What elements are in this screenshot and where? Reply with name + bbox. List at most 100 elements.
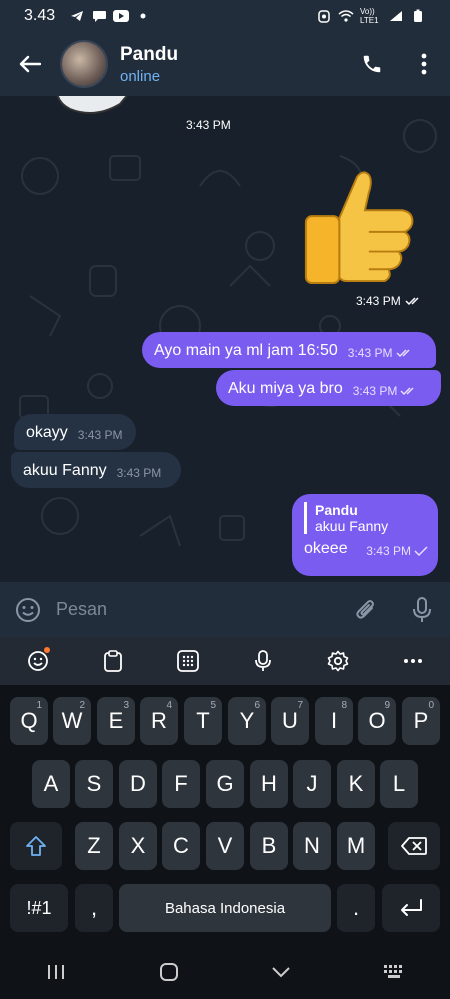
key-k[interactable]: K (337, 760, 375, 808)
keyboard: Q1 W2 E3 R4 T5 Y6 U7 I8 O9 P0 A S D F G … (0, 685, 450, 945)
avatar[interactable] (60, 40, 108, 88)
notification-dot (43, 647, 50, 653)
message-text: Aku miya ya bro (228, 380, 343, 397)
key-o[interactable]: O9 (358, 697, 396, 745)
keyboard-settings-button[interactable] (318, 641, 358, 681)
comma-key[interactable]: , (75, 884, 113, 932)
key-f[interactable]: F (162, 760, 200, 808)
clipboard-icon (103, 650, 122, 672)
chat-header: Pandu online (0, 32, 450, 96)
reply-quote[interactable]: Pandu akuu Fanny (304, 502, 428, 534)
contact-status: online (120, 67, 161, 85)
clipboard-button[interactable] (93, 641, 133, 681)
key-label: G (216, 771, 234, 796)
home-icon (159, 963, 178, 981)
shift-arrow-icon (26, 836, 46, 856)
key-d[interactable]: D (119, 760, 157, 808)
key-label: R (151, 708, 167, 733)
keyboard-switch-button[interactable] (364, 945, 424, 999)
key-a[interactable]: A (32, 760, 70, 808)
message-input[interactable] (56, 599, 338, 620)
key-j[interactable]: J (293, 760, 331, 808)
recents-icon (48, 965, 65, 979)
home-button[interactable] (139, 945, 199, 999)
key-z[interactable]: Z (75, 822, 113, 870)
keyboard-emoji-button[interactable] (18, 641, 58, 681)
double-check-icon (395, 349, 410, 358)
key-h[interactable]: H (250, 760, 288, 808)
message-bubble-outgoing-reply[interactable]: Pandu akuu Fanny okeee 3:43 PM (292, 494, 438, 576)
keypad-icon (176, 650, 199, 672)
backspace-key[interactable] (388, 822, 440, 870)
key-i[interactable]: I8 (315, 697, 353, 745)
shift-key[interactable] (10, 822, 62, 870)
chevron-down-icon (272, 967, 290, 978)
message-bubble-incoming[interactable]: okayy 3:43 PM (14, 414, 136, 450)
key-hint: 3 (123, 700, 129, 711)
key-q[interactable]: Q1 (10, 697, 48, 745)
key-y[interactable]: Y6 (228, 697, 266, 745)
key-hint: 5 (210, 700, 216, 711)
keypad-button[interactable] (168, 641, 208, 681)
keyboard-more-button[interactable] (393, 641, 433, 681)
message-input-bar (0, 582, 450, 637)
key-b[interactable]: B (250, 822, 288, 870)
key-s[interactable]: S (75, 760, 113, 808)
more-options-button[interactable] (398, 32, 450, 96)
keyboard-icon (383, 965, 402, 978)
space-key[interactable]: Bahasa Indonesia (119, 884, 331, 932)
sticker-image[interactable] (40, 96, 210, 134)
paperclip-icon (356, 599, 374, 619)
keyboard-toolbar (0, 637, 450, 685)
key-n[interactable]: N (293, 822, 331, 870)
back-button[interactable] (0, 32, 60, 96)
more-dots-icon (403, 659, 422, 663)
enter-key[interactable] (382, 884, 440, 932)
message-time: 3:43 PM (347, 346, 393, 360)
hide-keyboard-button[interactable] (251, 945, 311, 999)
message-bubble-outgoing[interactable]: Aku miya ya bro 3:43 PM (216, 370, 441, 406)
key-e[interactable]: E3 (97, 697, 135, 745)
key-w[interactable]: W2 (53, 697, 91, 745)
key-t[interactable]: T5 (184, 697, 222, 745)
key-l[interactable]: L (380, 760, 418, 808)
voice-record-button[interactable] (394, 582, 450, 637)
period-key[interactable]: . (337, 884, 375, 932)
key-c[interactable]: C (162, 822, 200, 870)
key-v[interactable]: V (206, 822, 244, 870)
key-g[interactable]: G (206, 760, 244, 808)
voice-input-button[interactable] (243, 641, 283, 681)
message-time: 3:43 PM (366, 544, 411, 558)
microphone-icon (413, 596, 431, 622)
key-r[interactable]: R4 (140, 697, 178, 745)
chat-icon (91, 9, 107, 23)
key-label: F (174, 771, 188, 796)
contact-info[interactable]: Pandu online (120, 44, 178, 85)
message-text: Ayo main ya ml jam 16:50 (154, 342, 338, 359)
key-m[interactable]: M (337, 822, 375, 870)
key-label: N (304, 833, 320, 858)
youtube-icon (113, 9, 130, 23)
key-x[interactable]: X (119, 822, 157, 870)
key-hint: 1 (36, 700, 42, 711)
chat-area[interactable]: 3:43 PM 3:43 PM Ayo main ya ml jam 16:50… (0, 96, 450, 582)
key-label: !#1 (26, 897, 52, 918)
key-p[interactable]: P0 (402, 697, 440, 745)
call-button[interactable] (346, 32, 398, 96)
message-time: 3:43 PM (116, 466, 162, 480)
key-hint: 0 (428, 700, 434, 711)
message-bubble-incoming[interactable]: akuu Fanny 3:43 PM (11, 452, 181, 488)
thumbs-up-sticker[interactable] (300, 166, 418, 286)
recent-apps-button[interactable] (26, 945, 86, 999)
key-hint: 7 (297, 700, 303, 711)
key-label: X (130, 833, 146, 858)
key-label: A (43, 771, 59, 796)
attach-button[interactable] (338, 582, 394, 637)
key-u[interactable]: U7 (271, 697, 309, 745)
dot-icon (135, 9, 151, 23)
key-label: W (61, 708, 83, 733)
emoji-button[interactable] (0, 582, 56, 637)
symbols-key[interactable]: !#1 (10, 884, 68, 932)
key-label: J (306, 771, 318, 796)
message-bubble-outgoing[interactable]: Ayo main ya ml jam 16:50 3:43 PM (142, 332, 436, 368)
